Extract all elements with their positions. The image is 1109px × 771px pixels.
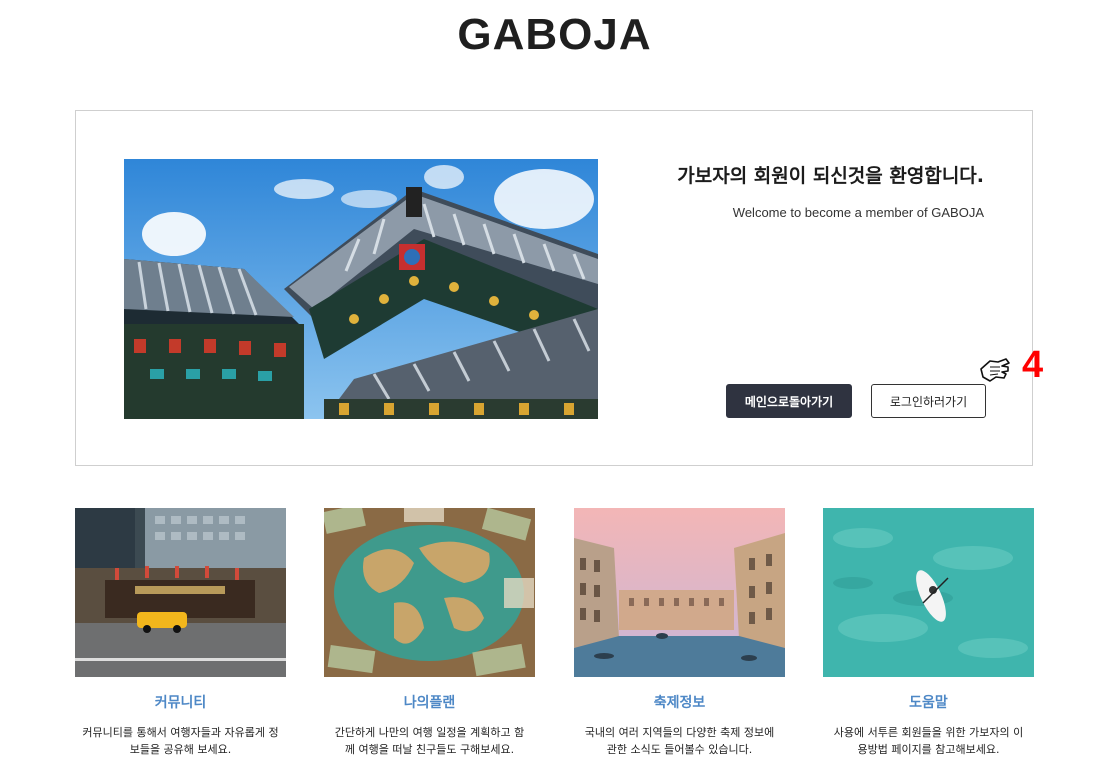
card-desc-festival-info: 국내의 여러 지역들의 다양한 축제 정보에 관한 소식도 들어볼수 있습니다. bbox=[574, 724, 785, 758]
card-desc-community: 커뮤니티를 통해서 여행자들과 자유롭게 정 보들을 공유해 보세요. bbox=[75, 724, 286, 758]
hand-pointer-icon bbox=[978, 355, 1012, 385]
card-title-my-plan[interactable]: 나의플랜 bbox=[324, 692, 535, 712]
hero-image-hanok bbox=[124, 159, 598, 419]
card-title-community[interactable]: 커뮤니티 bbox=[75, 692, 286, 712]
card-image-canal[interactable] bbox=[574, 508, 785, 677]
card-help[interactable]: 도움말 사용에 서투른 회원들을 위한 가보자의 이 용방법 페이지를 참고해보… bbox=[823, 508, 1034, 758]
feature-cards: 커뮤니티 커뮤니티를 통해서 여행자들과 자유롭게 정 보들을 공유해 보세요.… bbox=[75, 504, 1035, 768]
card-desc-line: 용방법 페이지를 참고해보세요. bbox=[857, 743, 1000, 756]
card-desc-line: 사용에 서투른 회원들을 위한 가보자의 이 bbox=[833, 726, 1024, 739]
card-my-plan[interactable]: 나의플랜 간단하게 나만의 여행 일정을 계획하고 함 께 여행을 떠날 친구들… bbox=[322, 504, 535, 758]
card-title-festival-info[interactable]: 축제정보 bbox=[574, 692, 785, 712]
card-image-paddleboard[interactable] bbox=[823, 508, 1034, 677]
welcome-panel: 가보자의 회원이 되신것을 환영합니다. Welcome to become a… bbox=[75, 110, 1033, 466]
go-main-button[interactable]: 메인으로돌아가기 bbox=[726, 384, 852, 418]
card-festival-info[interactable]: 축제정보 국내의 여러 지역들의 다양한 축제 정보에 관한 소식도 들어볼수 … bbox=[574, 508, 785, 758]
site-logo[interactable]: GABOJA bbox=[0, 10, 1109, 60]
card-desc-line: 께 여행을 떠날 친구들도 구해보세요. bbox=[344, 743, 515, 756]
card-image-hotel[interactable] bbox=[75, 508, 286, 677]
card-image-world-map[interactable] bbox=[322, 504, 535, 677]
card-desc-line: 관한 소식도 들어볼수 있습니다. bbox=[606, 743, 753, 756]
go-login-button[interactable]: 로그인하러가기 bbox=[871, 384, 986, 418]
card-desc-my-plan: 간단하게 나만의 여행 일정을 계획하고 함 께 여행을 떠날 친구들도 구해보… bbox=[324, 724, 535, 758]
step-number-annotation: 4 bbox=[1022, 344, 1044, 386]
card-desc-line: 보들을 공유해 보세요. bbox=[129, 743, 232, 756]
welcome-subheading: Welcome to become a member of GABOJA bbox=[732, 205, 984, 220]
card-title-help[interactable]: 도움말 bbox=[823, 692, 1034, 712]
card-desc-help: 사용에 서투른 회원들을 위한 가보자의 이 용방법 페이지를 참고해보세요. bbox=[823, 724, 1034, 758]
card-desc-line: 국내의 여러 지역들의 다양한 축제 정보에 bbox=[584, 726, 775, 739]
card-community[interactable]: 커뮤니티 커뮤니티를 통해서 여행자들과 자유롭게 정 보들을 공유해 보세요. bbox=[75, 508, 286, 758]
welcome-heading: 가보자의 회원이 되신것을 환영합니다. bbox=[677, 165, 984, 187]
card-desc-line: 간단하게 나만의 여행 일정을 계획하고 함 bbox=[334, 726, 525, 739]
card-desc-line: 커뮤니티를 통해서 여행자들과 자유롭게 정 bbox=[82, 726, 279, 739]
